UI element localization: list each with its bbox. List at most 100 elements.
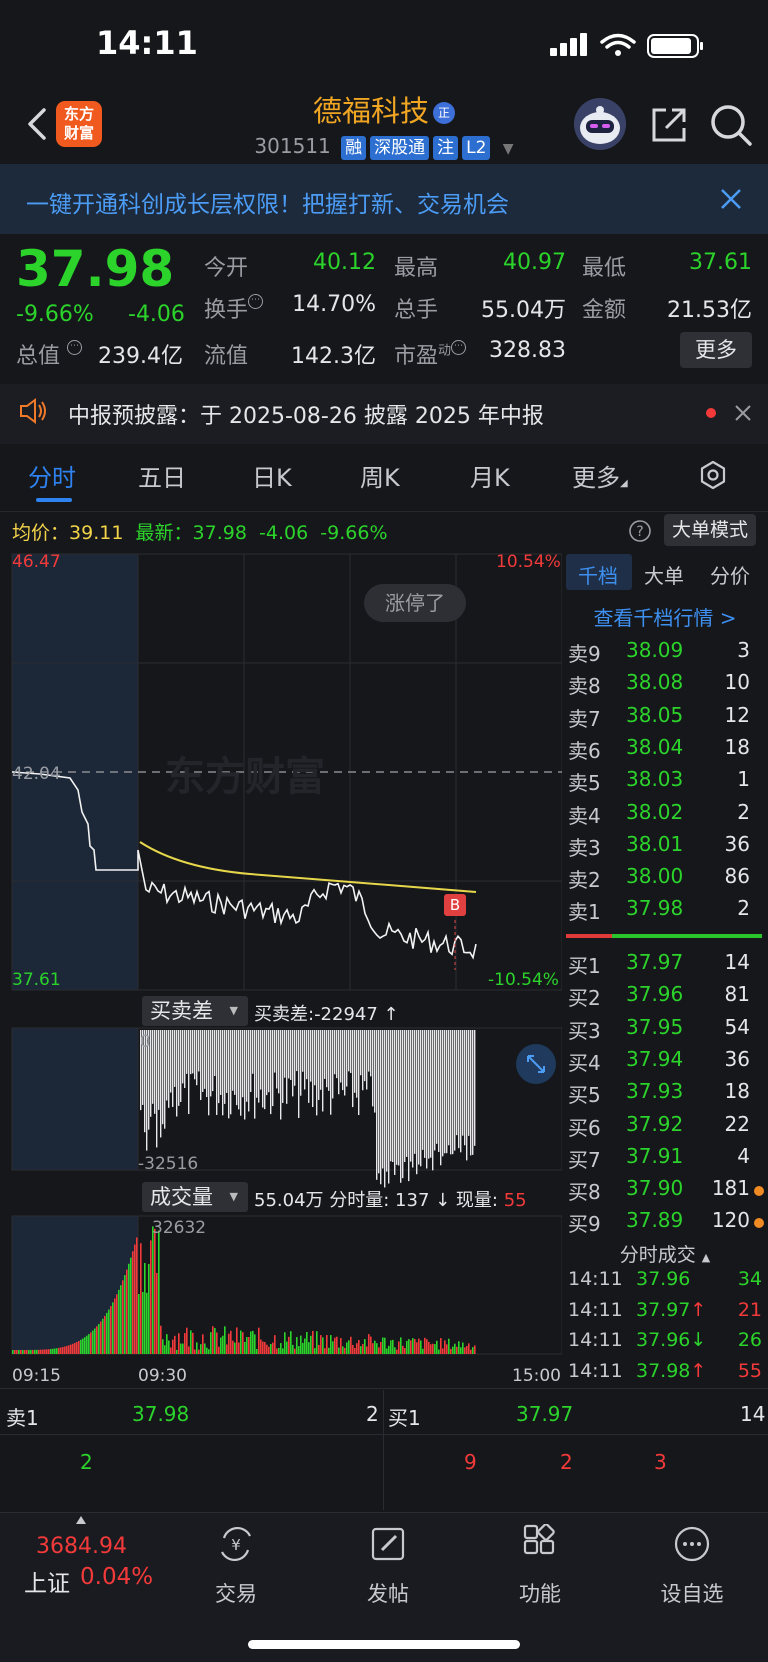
nav-functions-label: 功能 (519, 1582, 561, 1606)
volume-indicator-select[interactable]: 成交量 ▼ (142, 1182, 248, 1212)
diff-bar (292, 1030, 294, 1097)
volume-bar (252, 1330, 254, 1354)
bid-level-row[interactable]: 买6 37.92 22 (566, 1112, 768, 1144)
bid-level-row[interactable]: 买9 37.89 120 (566, 1208, 768, 1240)
tick-volume: 34 (737, 1268, 762, 1290)
volume-bar (360, 1346, 362, 1354)
bid-level-row[interactable]: 买5 37.93 18 (566, 1079, 768, 1111)
search-icon[interactable] (708, 102, 754, 148)
level-volume: 86 (724, 864, 750, 889)
diff-bar (204, 1030, 206, 1089)
diff-bar (280, 1030, 282, 1120)
buy-marker[interactable]: B (444, 894, 466, 916)
tab-weekly-k[interactable]: 周K (360, 458, 400, 493)
axis-prev-close: 42.04 (12, 764, 61, 784)
share-icon[interactable] (648, 104, 690, 146)
ask-level-row[interactable]: 卖5 38.03 1 (566, 767, 768, 799)
diff-bar (440, 1030, 442, 1166)
bid-level-row[interactable]: 买2 37.96 81 (566, 982, 768, 1014)
nav-watchlist[interactable]: 设自选 (642, 1524, 742, 1608)
diff-bar (268, 1030, 270, 1093)
side-tab-thousand[interactable]: 千档 (578, 560, 618, 589)
volume-bar (416, 1342, 418, 1354)
bid-level-row[interactable]: 买8 37.90 181 (566, 1176, 768, 1208)
tab-five-day[interactable]: 五日 (138, 458, 186, 493)
diff-readout: 买卖差:-22947 ↑ (254, 1004, 399, 1025)
volume-bar (176, 1349, 178, 1354)
volume-bar (152, 1226, 154, 1354)
ask-level-row[interactable]: 卖3 38.01 36 (566, 832, 768, 864)
level-volume: 181 (711, 1176, 750, 1201)
volume-bar (398, 1341, 400, 1354)
limit-up-pill[interactable]: 涨停了 (364, 584, 466, 622)
level-name: 卖2 (568, 868, 601, 893)
tab-intraday[interactable]: 分时 (28, 458, 76, 493)
diff-bar (466, 1030, 468, 1161)
help-icon[interactable]: ? (628, 519, 652, 543)
volume-bar (294, 1348, 296, 1354)
nav-watchlist-label: 设自选 (660, 1582, 724, 1606)
volume-bar (230, 1330, 232, 1354)
index-name[interactable]: 上证 (24, 1564, 70, 1598)
big-order-mode-button[interactable]: 大单模式 (664, 514, 756, 546)
bid-level-row[interactable]: 买4 37.94 36 (566, 1047, 768, 1079)
bid-level-row[interactable]: 买7 37.91 4 (566, 1144, 768, 1176)
ticks-title[interactable]: 分时成交 ▲ (562, 1240, 768, 1267)
diff-bar (404, 1030, 406, 1163)
ask-level-row[interactable]: 卖2 38.00 86 (566, 864, 768, 896)
level-name: 卖6 (568, 738, 601, 763)
tab-monthly-k[interactable]: 月K (470, 458, 510, 493)
robot-avatar-icon[interactable] (574, 98, 626, 150)
volume-bar (118, 1289, 120, 1354)
expand-icon[interactable] (516, 1044, 556, 1084)
diff-bar (406, 1030, 408, 1157)
volume-bar (328, 1347, 330, 1354)
latest-pct: -9.66% (320, 522, 388, 544)
bid-level-row[interactable]: 买1 37.97 14 (566, 950, 768, 982)
volume-bar (376, 1343, 378, 1354)
close-icon[interactable] (718, 186, 744, 212)
notice-text[interactable]: 中报预披露：于 2025-08-26 披露 2025 年中报 (68, 398, 544, 430)
tick-volume: 55 (737, 1359, 762, 1382)
level-volume: 12 (724, 702, 750, 727)
open-value: 40.12 (313, 250, 376, 275)
volume-bar (68, 1345, 70, 1354)
ask-level-row[interactable]: 卖9 38.09 3 (566, 638, 768, 670)
more-button[interactable]: 更多 (680, 332, 752, 368)
index-pct[interactable]: 0.04% (80, 1564, 153, 1590)
market-cap-label[interactable]: 总值 ⋯ (16, 338, 83, 370)
volume-bar (190, 1330, 192, 1354)
nav-functions[interactable]: 功能 (490, 1523, 590, 1608)
pe-label[interactable]: 市盈动 ⋯ (394, 338, 467, 370)
nav-post[interactable]: 发帖 (338, 1524, 438, 1608)
nav-trade[interactable]: ¥ 交易 (186, 1524, 286, 1608)
ask-level-row[interactable]: 卖4 38.02 2 (566, 800, 768, 832)
intraday-chart[interactable]: 东方财富 (0, 550, 562, 1360)
tab-more[interactable]: 更多◢ (572, 458, 628, 493)
close-icon[interactable] (734, 404, 752, 422)
banner-text[interactable]: 一键开通科创成长层权限！把握打新、交易机会 (26, 185, 509, 219)
side-tab-price-dist[interactable]: 分价 (710, 560, 750, 589)
diff-bar (256, 1030, 258, 1098)
side-tab-big-order[interactable]: 大单 (644, 560, 684, 589)
volume-bar (418, 1338, 420, 1354)
status-time: 14:11 (96, 24, 198, 62)
ask-level-row[interactable]: 卖6 38.04 18 (566, 735, 768, 767)
diff-indicator-select[interactable]: 买卖差 ▼ (142, 996, 248, 1026)
volume-bar (356, 1343, 358, 1354)
gear-icon[interactable] (698, 460, 728, 490)
volume-bar (210, 1332, 212, 1354)
index-value[interactable]: 3684.94 (36, 1534, 127, 1559)
ask-level-row[interactable]: 卖8 38.08 10 (566, 670, 768, 702)
turnover-label[interactable]: 换手 ⋯ (204, 292, 264, 324)
volume-bar (296, 1337, 298, 1354)
ask-level-row[interactable]: 卖7 38.05 12 (566, 703, 768, 735)
volume-bar (180, 1343, 182, 1354)
tab-daily-k[interactable]: 日K (252, 458, 292, 493)
ask-level-row[interactable]: 卖1 37.98 2 (566, 896, 768, 928)
bid-level-row[interactable]: 买3 37.95 54 (566, 1015, 768, 1047)
view-levels-link[interactable]: 查看千档行情 > (562, 602, 768, 631)
volume-bar (386, 1348, 388, 1354)
pe-label-text: 市盈 (394, 344, 439, 369)
diff-bar (214, 1030, 216, 1077)
